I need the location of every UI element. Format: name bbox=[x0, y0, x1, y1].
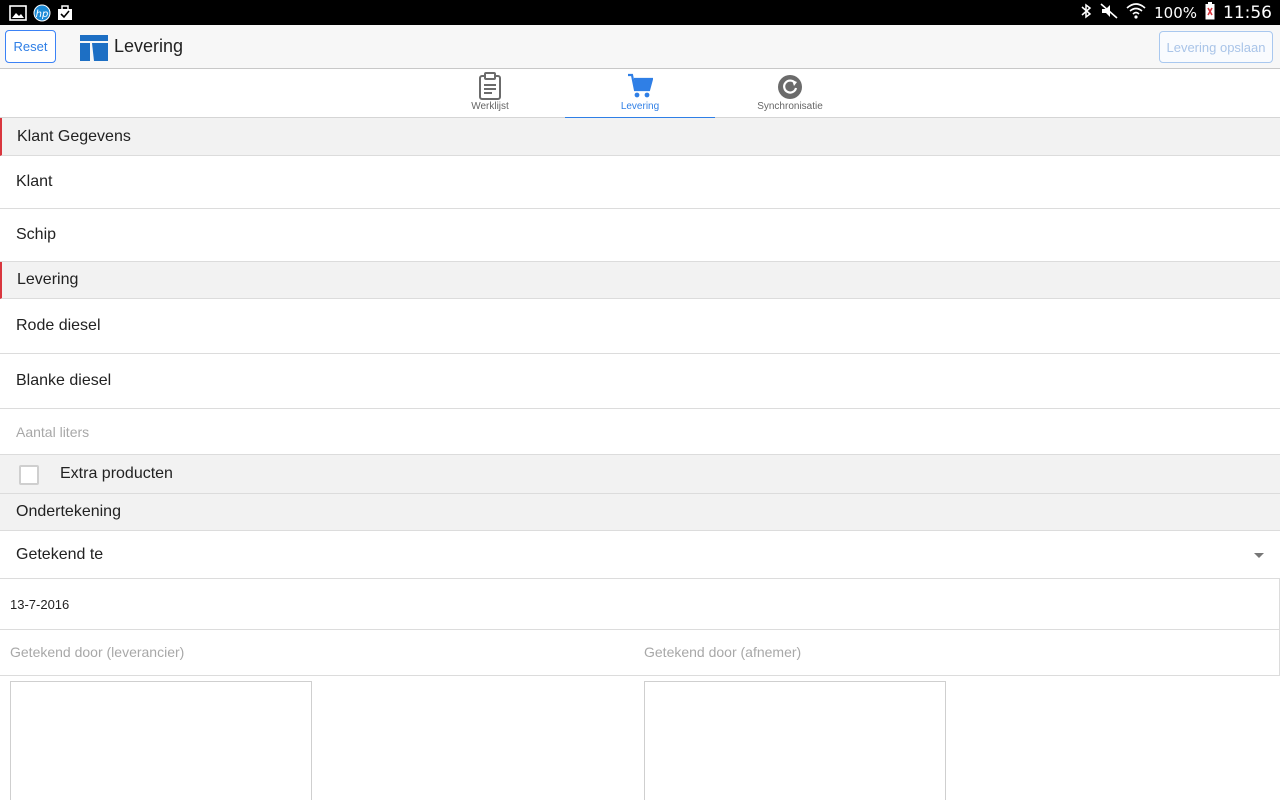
battery-icon bbox=[1205, 2, 1215, 24]
getekend-te-select[interactable]: Getekend te bbox=[0, 531, 1280, 579]
status-bar-right: 100% 11:56 bbox=[1080, 2, 1272, 24]
tab-bar: Werklijst Levering Synchronisatie bbox=[0, 69, 1280, 119]
datum-value: 13-7-2016 bbox=[10, 597, 70, 612]
signature-pad-afnemer[interactable] bbox=[644, 681, 946, 800]
klant-field[interactable]: Klant bbox=[0, 156, 1280, 209]
section-klant-gegevens: Klant Gegevens bbox=[0, 118, 1280, 156]
extra-producten-checkbox[interactable] bbox=[19, 465, 39, 485]
status-bar-left: hp bbox=[9, 4, 73, 27]
tab-levering[interactable]: Levering bbox=[565, 69, 715, 119]
battery-percent: 100% bbox=[1154, 4, 1197, 22]
mute-icon bbox=[1100, 3, 1118, 23]
tab-synchronisatie[interactable]: Synchronisatie bbox=[715, 69, 865, 118]
tab-label-werklijst: Werklijst bbox=[471, 101, 509, 112]
section-title-klant-gegevens: Klant Gegevens bbox=[17, 128, 131, 145]
tab-label-synchronisatie: Synchronisatie bbox=[757, 101, 823, 112]
rode-diesel-label: Rode diesel bbox=[16, 317, 101, 334]
rode-diesel-field[interactable]: Rode diesel bbox=[0, 299, 1280, 354]
wifi-icon bbox=[1126, 3, 1146, 23]
tab-label-levering: Levering bbox=[620, 101, 660, 112]
schip-field[interactable]: Schip bbox=[0, 209, 1280, 262]
blanke-diesel-label: Blanke diesel bbox=[16, 372, 112, 389]
app-title: Levering bbox=[114, 36, 184, 56]
reset-button[interactable]: Reset bbox=[5, 30, 56, 63]
sync-icon bbox=[777, 72, 803, 100]
getekend-door-leverancier-input[interactable]: Getekend door (leverancier) bbox=[10, 644, 184, 660]
section-ondertekening: Ondertekening bbox=[0, 494, 1280, 531]
aantal-liters-input[interactable]: Aantal liters bbox=[0, 409, 1280, 455]
section-title-levering: Levering bbox=[17, 271, 79, 288]
status-bar: hp 100% 11:56 bbox=[0, 0, 1280, 25]
schip-label: Schip bbox=[16, 226, 57, 243]
save-delivery-button[interactable]: Levering opslaan bbox=[1159, 31, 1273, 63]
chevron-down-icon[interactable] bbox=[1254, 553, 1264, 558]
bluetooth-icon bbox=[1080, 3, 1092, 23]
svg-text:hp: hp bbox=[36, 9, 49, 20]
aantal-liters-placeholder: Aantal liters bbox=[16, 424, 90, 440]
signature-pad-leverancier[interactable] bbox=[10, 681, 312, 800]
briefcase-icon bbox=[57, 5, 73, 26]
hp-icon: hp bbox=[33, 4, 51, 27]
app-logo-icon bbox=[80, 35, 108, 61]
cart-icon bbox=[627, 72, 654, 100]
app-bar: Reset Levering Levering opslaan bbox=[0, 25, 1280, 69]
section-title-ondertekening: Ondertekening bbox=[16, 503, 121, 520]
clock: 11:56 bbox=[1223, 3, 1272, 23]
getekend-te-label: Getekend te bbox=[16, 546, 104, 563]
blanke-diesel-field[interactable]: Blanke diesel bbox=[0, 354, 1280, 409]
extra-producten-label: Extra producten bbox=[60, 465, 173, 482]
section-levering: Levering bbox=[0, 262, 1280, 299]
image-icon bbox=[9, 5, 27, 26]
extra-producten-row[interactable]: Extra producten bbox=[0, 455, 1280, 494]
klant-label: Klant bbox=[16, 173, 53, 190]
datum-field[interactable]: 13-7-2016 bbox=[0, 579, 1280, 630]
tab-werklijst[interactable]: Werklijst bbox=[415, 69, 565, 118]
getekend-door-afnemer-input[interactable]: Getekend door (afnemer) bbox=[644, 644, 801, 660]
getekend-door-row: Getekend door (leverancier) Getekend doo… bbox=[0, 630, 1280, 676]
clipboard-icon bbox=[477, 72, 503, 100]
